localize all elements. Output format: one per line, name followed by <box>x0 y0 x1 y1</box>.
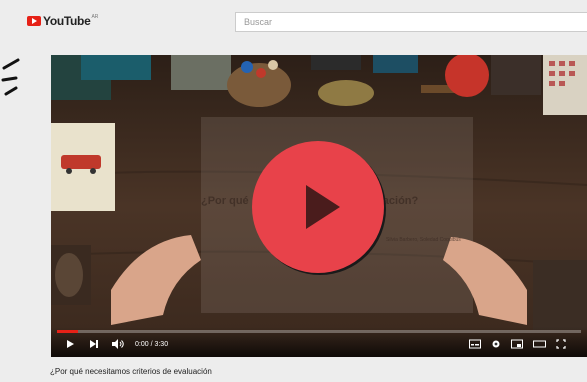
decorative-sparkle-icon <box>1 58 20 96</box>
settings-icon[interactable] <box>491 339 501 349</box>
volume-icon[interactable] <box>111 339 125 349</box>
video-title[interactable]: ¿Por qué necesitamos criterios de evalua… <box>50 367 212 376</box>
logo-text: YouTube <box>43 14 91 28</box>
progress-bar[interactable] <box>57 330 581 333</box>
top-bar: YouTube AR Buscar <box>0 0 587 42</box>
large-play-button[interactable] <box>248 137 388 277</box>
youtube-logo[interactable]: YouTube AR <box>27 14 98 28</box>
progress-played <box>57 330 78 333</box>
youtube-logo-icon <box>27 16 41 26</box>
miniplayer-icon[interactable] <box>511 339 523 349</box>
play-icon[interactable] <box>65 339 75 349</box>
subtitles-icon[interactable] <box>469 339 481 349</box>
search-placeholder: Buscar <box>244 17 273 27</box>
fullscreen-icon[interactable] <box>556 339 566 349</box>
overlay-title-left: ¿Por qué <box>201 195 249 207</box>
next-icon[interactable] <box>89 339 99 349</box>
region-code: AR <box>91 14 99 20</box>
player-controls: 0:00 / 3:30 <box>51 327 587 357</box>
search-input[interactable]: Buscar <box>235 12 587 32</box>
time-display: 0:00 / 3:30 <box>135 341 169 348</box>
video-overlay-subtitle: Silvia Barbero, Soledad Coquibus <box>386 237 461 243</box>
video-player[interactable]: ¿Por qué evaluación? Silvia Barbero, Sole… <box>51 55 587 357</box>
theater-icon[interactable] <box>533 339 546 349</box>
